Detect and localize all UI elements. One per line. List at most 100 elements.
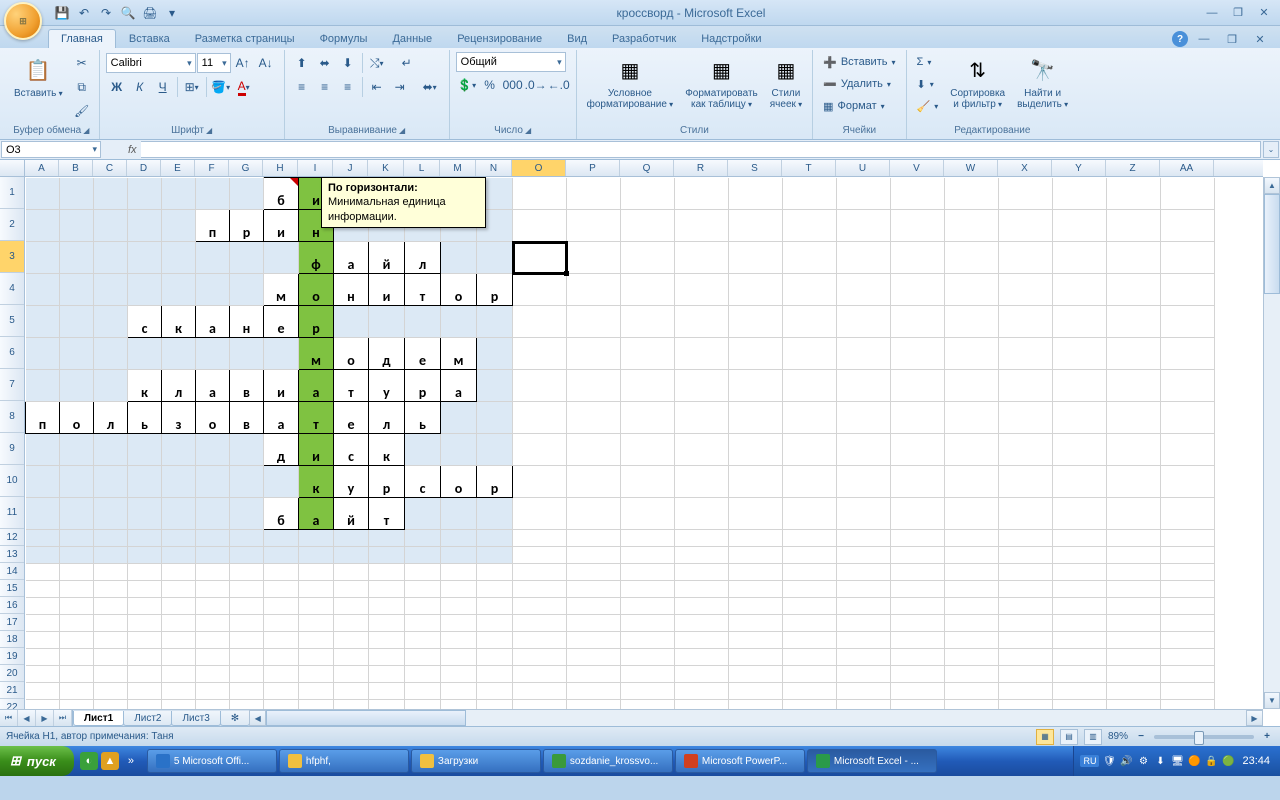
col-header[interactable]: T xyxy=(782,160,836,176)
cell[interactable] xyxy=(999,632,1053,649)
col-header[interactable]: V xyxy=(890,160,944,176)
cell[interactable] xyxy=(1107,466,1161,498)
cell[interactable] xyxy=(230,666,264,683)
cell[interactable] xyxy=(405,306,441,338)
cell[interactable] xyxy=(999,274,1053,306)
row-header[interactable]: 17 xyxy=(0,614,24,631)
cell[interactable] xyxy=(162,700,196,710)
cell[interactable] xyxy=(1161,434,1215,466)
cell[interactable] xyxy=(162,530,196,547)
cell[interactable] xyxy=(264,466,299,498)
cell[interactable] xyxy=(477,598,513,615)
cell[interactable] xyxy=(837,598,891,615)
cell[interactable] xyxy=(945,274,999,306)
tray-icon[interactable]: 🔒 xyxy=(1204,754,1218,768)
office-button[interactable]: ⊞ xyxy=(4,2,42,40)
cell[interactable] xyxy=(783,338,837,370)
cell[interactable] xyxy=(128,466,162,498)
cell[interactable] xyxy=(60,370,94,402)
cell[interactable] xyxy=(621,338,675,370)
cell[interactable] xyxy=(26,581,60,598)
cell[interactable] xyxy=(128,434,162,466)
row-header[interactable]: 5 xyxy=(0,305,24,337)
cell[interactable] xyxy=(675,434,729,466)
cell[interactable] xyxy=(230,434,264,466)
cell[interactable] xyxy=(264,581,299,598)
col-header[interactable]: D xyxy=(127,160,161,176)
comma-format-icon[interactable]: 000 xyxy=(502,74,524,96)
cell[interactable] xyxy=(945,615,999,632)
cell[interactable] xyxy=(369,615,405,632)
cell[interactable]: с xyxy=(334,434,369,466)
cell[interactable] xyxy=(1107,498,1161,530)
taskbar-task-button[interactable]: 5 Microsoft Offi... xyxy=(147,749,277,773)
tray-icon[interactable]: 🔊 xyxy=(1119,754,1133,768)
row-header[interactable]: 11 xyxy=(0,497,24,529)
cell[interactable]: т xyxy=(334,370,369,402)
cell[interactable] xyxy=(999,466,1053,498)
col-header[interactable]: AA xyxy=(1160,160,1214,176)
cell[interactable] xyxy=(1107,666,1161,683)
cell[interactable] xyxy=(94,598,128,615)
row-header[interactable]: 14 xyxy=(0,563,24,580)
cell[interactable] xyxy=(783,402,837,434)
cell[interactable]: т xyxy=(405,274,441,306)
cell[interactable] xyxy=(162,466,196,498)
tab-insert[interactable]: Вставка xyxy=(117,30,182,48)
horizontal-scrollbar[interactable]: ◀ ▶ xyxy=(249,710,1263,726)
cell[interactable] xyxy=(299,530,334,547)
cell[interactable]: е xyxy=(334,402,369,434)
shrink-font-icon[interactable]: A↓ xyxy=(255,52,277,74)
paste-button[interactable]: 📋 Вставить xyxy=(10,52,67,101)
cell[interactable] xyxy=(783,434,837,466)
cell[interactable] xyxy=(230,178,264,210)
cell[interactable] xyxy=(1053,434,1107,466)
cell[interactable] xyxy=(1107,683,1161,700)
cell[interactable] xyxy=(1161,666,1215,683)
cell[interactable] xyxy=(891,683,945,700)
cell[interactable] xyxy=(264,700,299,710)
cell[interactable] xyxy=(621,649,675,666)
cell[interactable] xyxy=(334,615,369,632)
col-header[interactable]: R xyxy=(674,160,728,176)
cell[interactable] xyxy=(1053,338,1107,370)
row-header[interactable]: 10 xyxy=(0,465,24,497)
cell[interactable] xyxy=(567,649,621,666)
cell[interactable] xyxy=(837,370,891,402)
cell[interactable] xyxy=(334,700,369,710)
cell[interactable] xyxy=(162,649,196,666)
cell[interactable] xyxy=(513,683,567,700)
cell[interactable] xyxy=(1107,338,1161,370)
cell[interactable] xyxy=(369,683,405,700)
cell[interactable] xyxy=(567,274,621,306)
col-header[interactable]: X xyxy=(998,160,1052,176)
cell[interactable] xyxy=(94,649,128,666)
cell[interactable] xyxy=(729,615,783,632)
cell[interactable] xyxy=(729,338,783,370)
cell[interactable] xyxy=(945,242,999,274)
cell[interactable] xyxy=(299,547,334,564)
sheet-nav-next-icon[interactable]: ▶ xyxy=(36,710,54,726)
sheet-nav-first-icon[interactable]: ⏮ xyxy=(0,710,18,726)
cell[interactable] xyxy=(196,683,230,700)
format-painter-icon[interactable]: 🖌 xyxy=(71,100,93,122)
cell[interactable]: р xyxy=(405,370,441,402)
cell[interactable] xyxy=(230,274,264,306)
cell[interactable] xyxy=(675,615,729,632)
tray-icon[interactable]: 🟠 xyxy=(1187,754,1201,768)
cell[interactable] xyxy=(128,274,162,306)
taskbar-task-button[interactable]: Microsoft PowerP... xyxy=(675,749,805,773)
col-header[interactable]: G xyxy=(229,160,263,176)
cell[interactable] xyxy=(837,649,891,666)
cell[interactable] xyxy=(299,581,334,598)
cell[interactable] xyxy=(945,564,999,581)
cell[interactable] xyxy=(675,498,729,530)
cell[interactable] xyxy=(1053,242,1107,274)
cell[interactable] xyxy=(837,615,891,632)
new-sheet-button[interactable]: ✻ xyxy=(220,711,250,726)
cell[interactable] xyxy=(26,210,60,242)
qat-redo-icon[interactable]: ↷ xyxy=(96,3,116,23)
cell[interactable] xyxy=(513,530,567,547)
cell[interactable] xyxy=(477,700,513,710)
cell[interactable] xyxy=(477,530,513,547)
